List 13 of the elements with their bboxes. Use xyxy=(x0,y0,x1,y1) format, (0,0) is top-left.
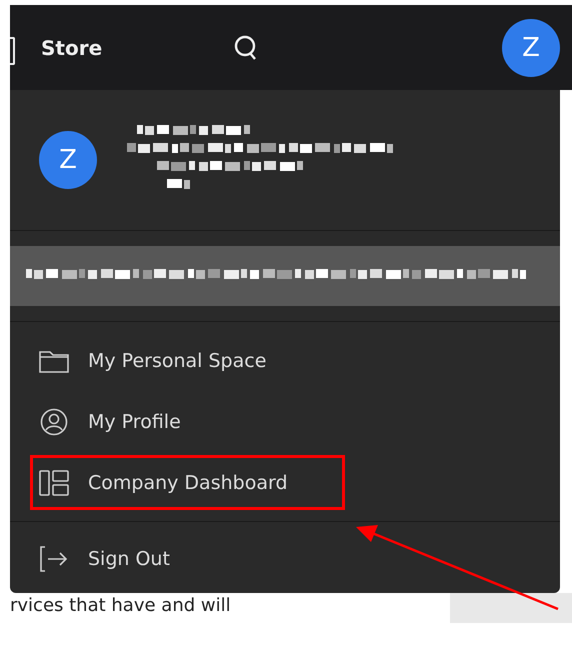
dashboard-icon xyxy=(39,470,69,496)
search-icon[interactable] xyxy=(234,34,258,60)
panel-icon[interactable] xyxy=(10,37,15,65)
user-circle-icon xyxy=(40,408,68,436)
folder-icon xyxy=(39,348,69,372)
store-title[interactable]: Store xyxy=(41,36,102,60)
user-avatar: Z xyxy=(39,131,97,189)
menu-item[interactable]: My Personal Space xyxy=(10,330,560,391)
menu-item[interactable]: Sign Out xyxy=(10,528,560,589)
menu-item[interactable]: Company Dashboard xyxy=(10,452,560,513)
sign-out-icon xyxy=(39,546,69,572)
menu-item[interactable]: My Profile xyxy=(10,391,560,452)
user-avatar[interactable]: Z xyxy=(502,18,560,76)
